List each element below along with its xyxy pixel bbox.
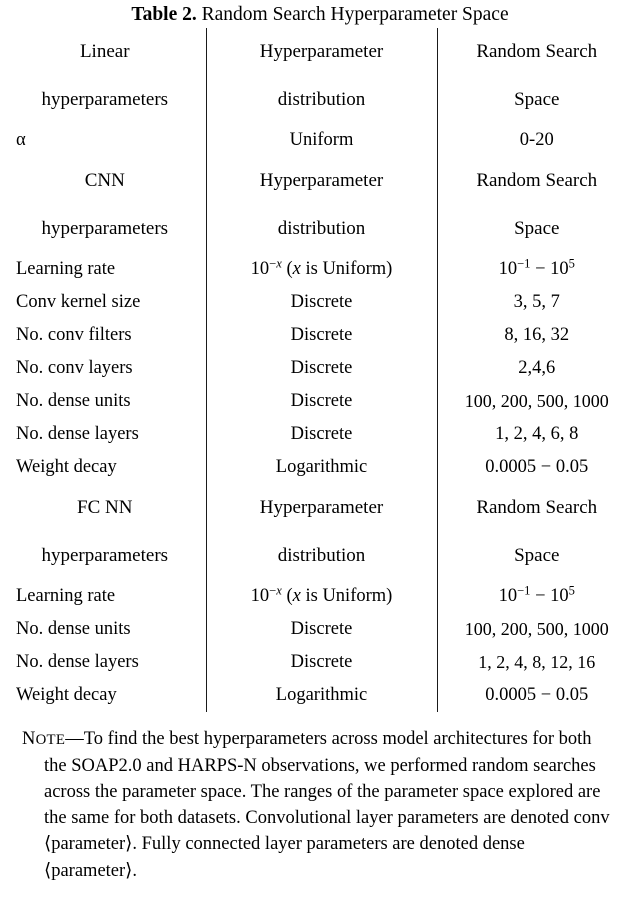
cell-distribution: Discrete: [206, 418, 438, 452]
cell-param: Conv kernel size: [4, 286, 207, 320]
table-page: Table 2. Random Search Hyperparameter Sp…: [0, 0, 640, 909]
cell-space: 10−1 − 105: [498, 583, 575, 607]
cell-distribution: Discrete: [206, 385, 438, 419]
table-row: Weight decay Logarithmic 0.0005 − 0.05: [4, 679, 636, 713]
cell-param: Weight decay: [4, 679, 207, 713]
header-space-line1: Random Search: [476, 41, 598, 63]
cell-param: No. conv layers: [4, 352, 207, 386]
cell-param: No. dense units: [4, 385, 207, 419]
table-note: NOTE—To find the best hyperparameters ac…: [22, 712, 618, 884]
cell-param: No. conv filters: [4, 319, 207, 353]
table-row: No. dense units Discrete 100, 200, 500, …: [4, 385, 636, 419]
cell-param: No. dense units: [4, 613, 207, 647]
header-fcnn-line2: hyperparameters: [4, 532, 207, 581]
note-label: NOTE: [22, 729, 66, 750]
table-row: Conv kernel size Discrete 3, 5, 7: [4, 286, 636, 320]
cell-distribution: Discrete: [206, 352, 438, 386]
cell-distribution: Discrete: [206, 646, 438, 680]
cell-distribution: Discrete: [206, 319, 438, 353]
section-header-row: hyperparameters distribution Space: [4, 532, 636, 581]
table-row: No. dense units Discrete 100, 200, 500, …: [4, 613, 636, 647]
table-row: No. conv filters Discrete 8, 16, 32: [4, 319, 636, 353]
cell-space: 0.0005 − 0.05: [485, 457, 589, 478]
cell-space: 100, 200, 500, 1000: [464, 619, 609, 640]
cell-space: 3, 5, 7: [513, 292, 560, 313]
section-header-row: hyperparameters distribution Space: [4, 76, 636, 125]
cell-space: 1, 2, 4, 8, 12, 16: [478, 652, 596, 673]
cell-space: 1, 2, 4, 6, 8: [495, 424, 579, 445]
cell-distribution: Discrete: [206, 613, 438, 647]
table-row: Learning rate 10−x (x is Uniform) 10−1 −…: [4, 253, 636, 287]
header-distribution-line1: Hyperparameter: [206, 28, 438, 77]
cell-param: α: [4, 124, 207, 158]
caption-label: Table 2.: [131, 4, 197, 25]
header-linear-line1: Linear: [4, 28, 207, 77]
cell-space: 2,4,6: [518, 358, 556, 379]
cell-distribution: Logarithmic: [206, 451, 438, 485]
header-space-line1: Random Search: [476, 170, 598, 192]
table-row: No. conv layers Discrete 2,4,6: [4, 352, 636, 386]
cell-param: Learning rate: [4, 580, 207, 614]
header-linear-line2: hyperparameters: [4, 76, 207, 125]
section-header-row: FC NN Hyperparameter Random Search: [4, 484, 636, 533]
cell-space: 8, 16, 32: [504, 325, 570, 346]
table-row: No. dense layers Discrete 1, 2, 4, 6, 8: [4, 418, 636, 452]
caption-text: Random Search Hyperparameter Space: [201, 4, 509, 25]
note-paragraph: NOTE—To find the best hyperparameters ac…: [22, 726, 618, 884]
table-row: Learning rate 10−x (x is Uniform) 10−1 −…: [4, 580, 636, 614]
cell-space: 0-20: [519, 130, 554, 151]
cell-distribution: Logarithmic: [206, 679, 438, 713]
cell-distribution: 10−x (x is Uniform): [206, 580, 438, 614]
cell-distribution: 10−x (x is Uniform): [206, 253, 438, 287]
header-cnn-line1: CNN: [4, 157, 207, 206]
cell-param: No. dense layers: [4, 418, 207, 452]
header-distribution-line1: Hyperparameter: [206, 484, 438, 533]
section-header-row: Linear Hyperparameter Random Search: [4, 28, 636, 77]
cell-distribution: Uniform: [206, 124, 438, 158]
header-space-line1: Random Search: [476, 497, 598, 519]
header-cnn-line2: hyperparameters: [4, 205, 207, 254]
note-body: To find the best hyperparameters across …: [44, 729, 610, 881]
section-header-row: CNN Hyperparameter Random Search: [4, 157, 636, 206]
table-row: Weight decay Logarithmic 0.0005 − 0.05: [4, 451, 636, 485]
hyperparameter-table: Linear Hyperparameter Random Search hype…: [4, 28, 636, 713]
header-distribution-line2: distribution: [206, 205, 438, 254]
header-space-line2: Space: [514, 545, 560, 567]
section-header-row: hyperparameters distribution Space: [4, 205, 636, 254]
header-space-line2: Space: [514, 89, 560, 111]
table-row: α Uniform 0-20: [4, 124, 636, 158]
table-row: No. dense layers Discrete 1, 2, 4, 8, 12…: [4, 646, 636, 680]
header-distribution-line1: Hyperparameter: [206, 157, 438, 206]
cell-space: 10−1 − 105: [498, 256, 575, 280]
cell-space: 0.0005 − 0.05: [485, 685, 589, 706]
cell-distribution: Discrete: [206, 286, 438, 320]
cell-param: Learning rate: [4, 253, 207, 287]
header-space-line2: Space: [514, 218, 560, 240]
note-dash: —: [65, 729, 84, 750]
header-distribution-line2: distribution: [206, 76, 438, 125]
header-distribution-line2: distribution: [206, 532, 438, 581]
cell-space: 100, 200, 500, 1000: [464, 391, 609, 412]
cell-param: No. dense layers: [4, 646, 207, 680]
cell-param: Weight decay: [4, 451, 207, 485]
header-fcnn-line1: FC NN: [4, 484, 207, 533]
table-caption: Table 2. Random Search Hyperparameter Sp…: [0, 0, 640, 28]
